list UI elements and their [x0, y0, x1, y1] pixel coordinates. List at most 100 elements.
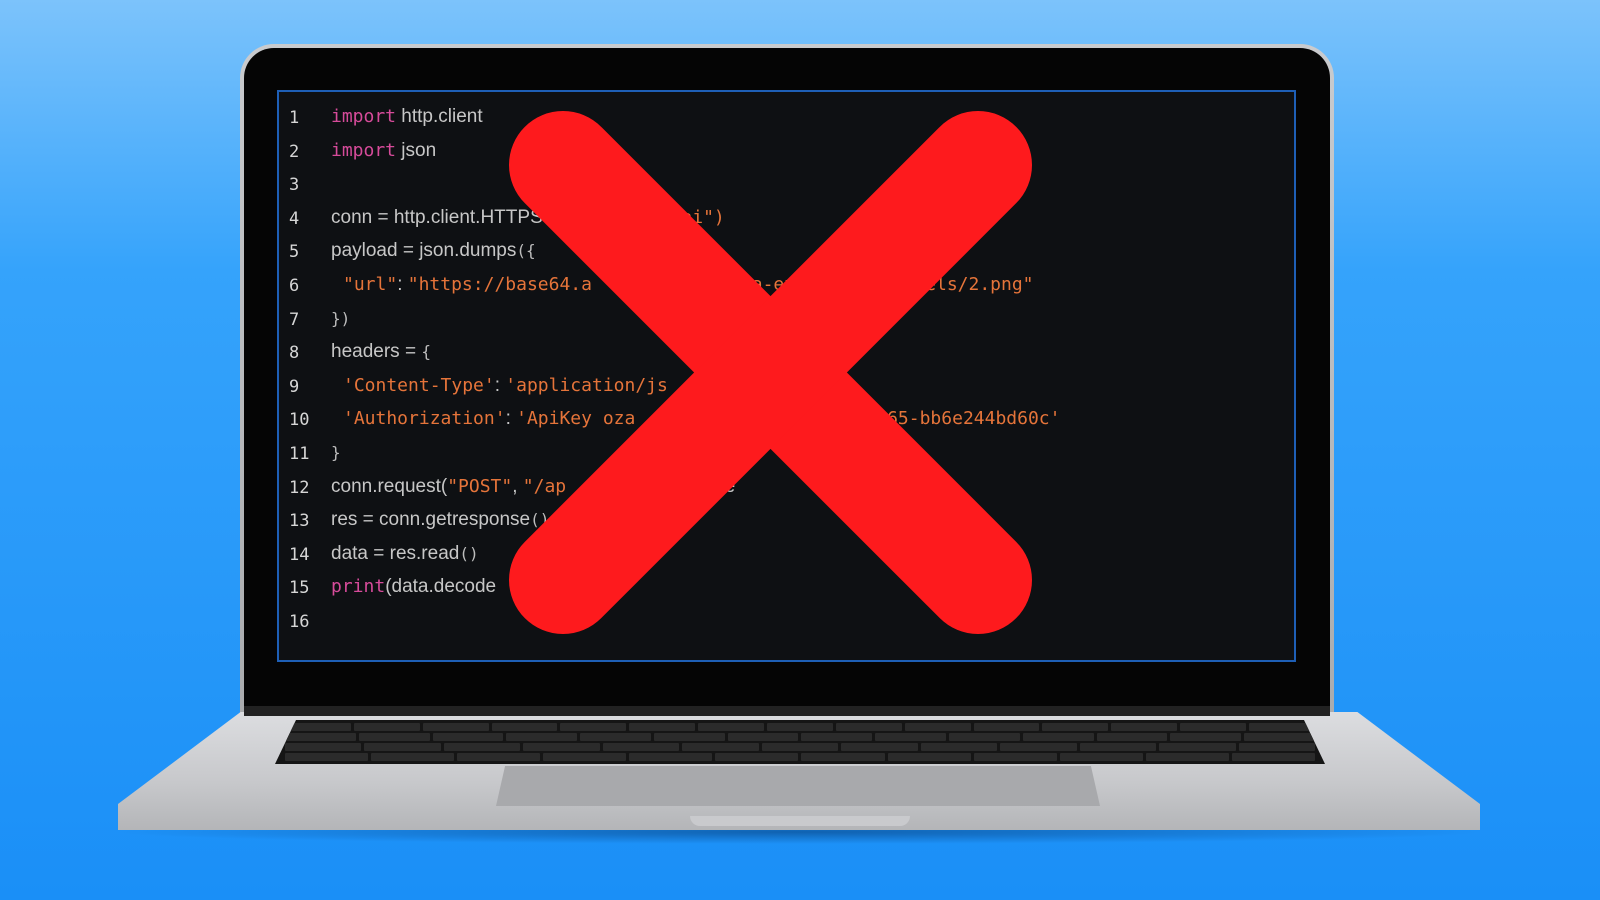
red-x-icon	[509, 111, 1032, 634]
key	[767, 723, 833, 731]
line-number: 5	[289, 242, 300, 263]
key	[629, 753, 713, 761]
key	[949, 733, 1020, 741]
code-text: import json	[331, 140, 436, 162]
key	[1244, 733, 1315, 741]
key	[443, 743, 521, 751]
key	[506, 733, 578, 741]
key-row	[285, 723, 1315, 731]
line-number: 2	[289, 141, 300, 162]
line-number: 14	[289, 544, 310, 565]
key	[761, 743, 839, 751]
key	[1111, 723, 1178, 731]
key	[422, 723, 489, 731]
line-number: 8	[289, 343, 300, 364]
key	[835, 723, 902, 731]
key	[358, 733, 430, 741]
key	[1249, 723, 1315, 731]
key	[1145, 753, 1229, 761]
line-number: 4	[289, 208, 300, 229]
key	[1180, 723, 1247, 731]
line-number: 12	[289, 477, 310, 498]
key	[801, 733, 873, 741]
trackpad	[496, 766, 1100, 806]
key	[580, 733, 651, 741]
key	[285, 743, 362, 751]
key	[457, 753, 541, 761]
code-token: print	[331, 576, 386, 598]
code-token: 'Content-Type'	[343, 374, 495, 396]
key	[285, 753, 369, 761]
key	[1170, 733, 1242, 741]
key	[682, 743, 759, 751]
code-token: 'Authorization'	[343, 408, 506, 430]
code-token: :	[494, 374, 506, 396]
code-token: data = res.read	[331, 542, 460, 564]
key	[364, 743, 441, 751]
key	[1059, 753, 1143, 761]
line-number: 10	[289, 410, 310, 431]
code-token: headers =	[331, 341, 422, 363]
code-token: http.client	[396, 106, 483, 127]
key	[1231, 753, 1315, 761]
code-text: data = res.read()	[331, 543, 479, 565]
line-number: 15	[289, 578, 310, 599]
key	[353, 723, 420, 731]
line-number: 13	[289, 511, 310, 532]
key	[920, 743, 998, 751]
key	[1022, 733, 1094, 741]
key	[653, 733, 725, 741]
key	[543, 753, 627, 761]
key	[1042, 723, 1109, 731]
line-number: 9	[289, 376, 300, 397]
code-token: "POST"	[447, 475, 513, 497]
key	[715, 753, 799, 761]
keyboard	[275, 720, 1325, 764]
code-token: ()	[459, 543, 479, 563]
line-number: 6	[289, 276, 300, 296]
key	[285, 733, 356, 741]
key	[727, 733, 799, 741]
key	[1000, 743, 1077, 751]
lid-notch	[690, 816, 910, 826]
code-text: payload = json.dumps({	[331, 240, 536, 262]
line-number: 1	[289, 108, 300, 128]
code-text: headers = {	[331, 341, 431, 363]
key	[698, 723, 765, 731]
line-number: 7	[289, 309, 300, 330]
key	[973, 723, 1040, 731]
code-token: json	[396, 139, 437, 161]
key	[491, 723, 558, 731]
code-token: import	[331, 106, 397, 127]
code-token: res = conn.getresponse	[331, 509, 531, 531]
key-row	[285, 743, 1316, 751]
key	[973, 753, 1057, 761]
key	[432, 733, 504, 741]
key	[904, 723, 971, 731]
code-token: conn.request(	[331, 475, 448, 497]
key	[841, 743, 918, 751]
key	[875, 733, 947, 741]
laptop-hinge	[244, 706, 1330, 716]
code-token: (data.decode	[385, 576, 497, 598]
key	[887, 753, 971, 761]
key	[371, 753, 455, 761]
code-text: import http.client	[331, 106, 483, 128]
key	[801, 753, 885, 761]
key	[523, 743, 600, 751]
line-number: 11	[289, 444, 310, 464]
code-token: :	[397, 274, 408, 295]
key	[560, 723, 627, 731]
key	[1159, 743, 1236, 751]
line-number: 16	[289, 612, 310, 632]
key	[1079, 743, 1157, 751]
key-row	[285, 733, 1315, 741]
code-token: "url"	[343, 274, 398, 295]
code-token: import	[331, 139, 397, 161]
key	[629, 723, 696, 731]
key	[285, 723, 351, 731]
key	[1096, 733, 1168, 741]
line-number: 3	[289, 175, 300, 196]
key-row	[285, 753, 1315, 761]
code-token: {	[421, 342, 431, 362]
